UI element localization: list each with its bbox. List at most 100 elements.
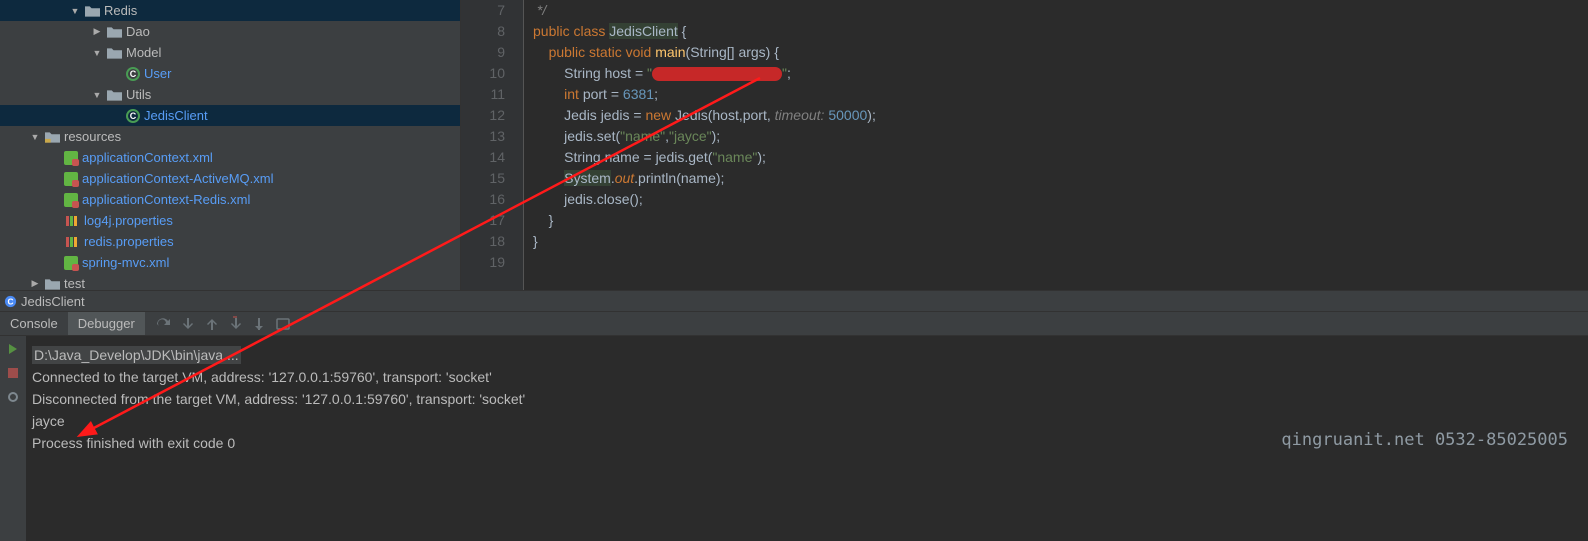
xml-icon [64, 256, 78, 270]
resources-folder-icon [44, 129, 60, 145]
code-text: */ [533, 2, 546, 18]
console-gutter [0, 336, 26, 541]
code-text: 6381 [623, 86, 654, 102]
code-text: String host = [564, 65, 647, 81]
tree-label: Dao [126, 24, 150, 39]
tree-item-dao[interactable]: ▶ Dao [0, 21, 460, 42]
tab-debugger[interactable]: Debugger [68, 312, 145, 335]
console-line: Connected to the target VM, address: '12… [32, 366, 1588, 388]
chevron-down-icon: ▼ [70, 6, 80, 16]
tree-item-jedisclient[interactable]: C JedisClient [0, 105, 460, 126]
console-panel: D:\Java_Develop\JDK\bin\java ... Connect… [0, 336, 1588, 541]
evaluate-icon[interactable] [275, 316, 291, 332]
tree-item-redis[interactable]: ▼ Redis [0, 0, 460, 21]
tree-label: redis.properties [84, 234, 174, 249]
tree-label: Model [126, 45, 161, 60]
code-text: (String[] args) { [686, 44, 779, 60]
tree-label: User [144, 66, 171, 81]
step-out-icon[interactable] [203, 316, 219, 332]
tree-item-resources[interactable]: ▼ resources [0, 126, 460, 147]
code-text: class [573, 23, 609, 39]
line-number: 9 [461, 42, 505, 63]
code-text: { [678, 23, 687, 39]
code-text: public static [549, 44, 626, 60]
chevron-down-icon: ▼ [92, 48, 102, 58]
watermark-text: qingruanit.net 0532-85025005 [1281, 429, 1568, 451]
tree-label: resources [64, 129, 121, 144]
code-editor[interactable]: 7 8 9 10 11 12 13 14 15 16 17 18 19 */ p… [461, 0, 1588, 290]
console-line: D:\Java_Develop\JDK\bin\java ... [32, 346, 241, 364]
code-text: ; [787, 65, 791, 81]
tree-item-springmvc[interactable]: spring-mvc.xml [0, 252, 460, 273]
step-into-icon[interactable] [179, 316, 195, 332]
xml-icon [64, 172, 78, 186]
tree-item-utils[interactable]: ▼ Utils [0, 84, 460, 105]
tree-label: spring-mvc.xml [82, 255, 169, 270]
rerun-icon[interactable] [6, 342, 20, 356]
code-text: 50000 [828, 107, 867, 123]
line-number: 12 [461, 105, 505, 126]
chevron-down-icon: ▼ [92, 90, 102, 100]
class-icon: C [126, 67, 140, 81]
line-number: 11 [461, 84, 505, 105]
restore-icon[interactable] [6, 390, 20, 404]
tree-item-test[interactable]: ▶ test [0, 273, 460, 290]
force-step-icon[interactable] [227, 316, 243, 332]
code-text: .println(name); [634, 170, 724, 186]
folder-icon [106, 45, 122, 61]
code-text: Jedis(host,port, [675, 107, 775, 123]
tree-item-model[interactable]: ▼ Model [0, 42, 460, 63]
xml-icon [64, 151, 78, 165]
tab-console[interactable]: Console [0, 312, 68, 335]
line-number: 13 [461, 126, 505, 147]
properties-icon [64, 234, 80, 250]
chevron-right-icon: ▶ [92, 26, 102, 37]
code-text: "name" [620, 128, 665, 144]
line-number: 14 [461, 147, 505, 168]
tree-label: applicationContext-ActiveMQ.xml [82, 171, 273, 186]
code-text: new [645, 107, 675, 123]
properties-icon [64, 213, 80, 229]
code-text: Jedis jedis = [564, 107, 645, 123]
code-area[interactable]: */ public class JedisClient { public sta… [523, 0, 876, 290]
class-icon: C [126, 109, 140, 123]
tab-label[interactable]: JedisClient [21, 294, 85, 309]
project-tree[interactable]: ▼ Redis ▶ Dao ▼ Model C User ▼ Utils C J… [0, 0, 461, 290]
folder-icon [106, 24, 122, 40]
debug-toolbar: Console Debugger [0, 312, 1588, 336]
code-text: jedis.close(); [564, 191, 643, 207]
code-text: main [655, 44, 685, 60]
tree-label: Redis [104, 3, 137, 18]
run-to-cursor-icon[interactable] [251, 316, 267, 332]
line-number: 18 [461, 231, 505, 252]
code-text: public [533, 23, 573, 39]
tree-item-log4j[interactable]: log4j.properties [0, 210, 460, 231]
tree-item-appctx[interactable]: applicationContext.xml [0, 147, 460, 168]
folder-icon [84, 3, 100, 19]
code-text: ; [654, 86, 658, 102]
line-number: 19 [461, 252, 505, 273]
tree-item-user[interactable]: C User [0, 63, 460, 84]
tree-item-redisprop[interactable]: redis.properties [0, 231, 460, 252]
code-text: "jayce" [669, 128, 712, 144]
tree-item-appctx-redis[interactable]: applicationContext-Redis.xml [0, 189, 460, 210]
folder-icon [106, 87, 122, 103]
line-number: 17 [461, 210, 505, 231]
svg-text:C: C [7, 296, 13, 306]
console-line: Disconnected from the target VM, address… [32, 388, 1588, 410]
tree-label: Utils [126, 87, 151, 102]
code-text: ); [867, 107, 876, 123]
console-output[interactable]: D:\Java_Develop\JDK\bin\java ... Connect… [26, 336, 1588, 541]
tree-item-appctx-mq[interactable]: applicationContext-ActiveMQ.xml [0, 168, 460, 189]
tree-label: applicationContext.xml [82, 150, 213, 165]
code-text: } [533, 233, 538, 249]
stop-icon[interactable] [6, 366, 20, 380]
tree-label: JedisClient [144, 108, 208, 123]
code-text: JedisClient [609, 23, 677, 39]
step-over-icon[interactable] [155, 316, 171, 332]
code-text: timeout: [775, 107, 829, 123]
bottom-tabstrip: C JedisClient [0, 290, 1588, 312]
line-number: 7 [461, 0, 505, 21]
chevron-down-icon: ▼ [30, 132, 40, 142]
code-text: out [615, 170, 634, 186]
